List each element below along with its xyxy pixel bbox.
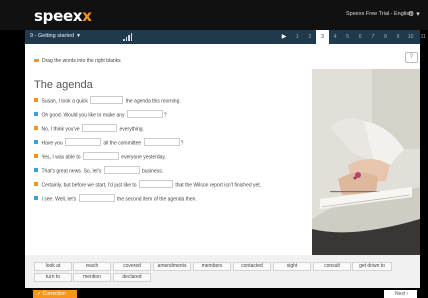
bullet-icon: [34, 140, 38, 144]
sentence-4: Have you all the committee ?: [34, 138, 183, 148]
page-9[interactable]: 9: [392, 30, 405, 44]
word-chip-9[interactable]: get down to: [352, 262, 392, 271]
top-bar: speexx Speexx Free Trial - English ⚙ ▾: [0, 0, 428, 30]
sentence-1: Susan, I took a quick the agenda this mo…: [34, 96, 181, 106]
page-navigator: ▶ 1 2 3 4 5 6 7 8 9 10 11: [277, 30, 428, 44]
page-4[interactable]: 4: [329, 30, 342, 44]
bullet-icon: [34, 112, 38, 116]
word-chip-12[interactable]: declared: [113, 273, 151, 282]
blank-1[interactable]: [90, 96, 124, 104]
page-8[interactable]: 8: [379, 30, 392, 44]
word-chip-3[interactable]: covered: [113, 262, 151, 271]
bullet-icon: [34, 154, 38, 158]
play-icon[interactable]: ▶: [277, 30, 291, 44]
sentence-2: Oh good. Would you like to make any ?: [34, 110, 167, 120]
word-bank: look at reach covered amendments members…: [25, 255, 420, 288]
bullet-icon: [34, 182, 38, 186]
word-chip-5[interactable]: members: [193, 262, 231, 271]
speexx-logo: speexx: [34, 7, 92, 25]
page-5[interactable]: 5: [341, 30, 354, 44]
blank-3[interactable]: [82, 124, 118, 132]
exercise-title: The agenda: [34, 79, 93, 91]
word-chip-7[interactable]: sight: [273, 262, 311, 271]
page-11[interactable]: 11: [417, 30, 428, 44]
blank-9[interactable]: [78, 194, 115, 202]
sentence-8: I see. Well, let's the second item of th…: [34, 194, 197, 204]
word-chip-1[interactable]: look at: [34, 262, 72, 271]
sentence-7: Certainly, but before we start, I'd just…: [34, 180, 261, 190]
page-7[interactable]: 7: [367, 30, 380, 44]
help-button[interactable]: ?: [405, 52, 418, 63]
instruction: Drag the words into the right blanks: [34, 58, 121, 64]
sentence-6: That's great news. So, let's business.: [34, 166, 163, 176]
blank-5[interactable]: [143, 138, 180, 146]
business-photo: [312, 69, 420, 255]
correction-button[interactable]: ✓ Correction: [33, 290, 77, 298]
blank-2[interactable]: [126, 110, 163, 118]
sentence-3: No, I think you've everything.: [34, 124, 144, 134]
word-chip-2[interactable]: reach: [73, 262, 111, 271]
business-photo-graphic: [312, 69, 420, 255]
word-chip-6[interactable]: contacted: [233, 262, 271, 271]
signal-bars-icon: [123, 33, 132, 41]
bullet-icon: [34, 126, 38, 130]
lesson-nav-bar: 9 - Getting started ▼ ▶ 1 2 3 4 5 6 7 8 9…: [25, 30, 426, 44]
lesson-dropdown[interactable]: 9 - Getting started ▼: [30, 33, 81, 39]
bullet-icon: [34, 196, 38, 200]
chevron-right-icon: ›: [405, 291, 409, 297]
page-6[interactable]: 6: [354, 30, 367, 44]
bullet-icon: [34, 168, 38, 172]
chevron-down-icon: ▼: [76, 33, 81, 39]
gear-icon[interactable]: ⚙ ▾: [408, 10, 420, 18]
bullet-icon: [34, 98, 38, 102]
word-chip-8[interactable]: consult: [313, 262, 351, 271]
next-button[interactable]: Next ›: [384, 290, 417, 298]
word-chip-11[interactable]: mention: [73, 273, 111, 282]
trial-account-menu[interactable]: Speexx Free Trial - English: [346, 11, 412, 17]
word-chip-4[interactable]: amendments: [153, 262, 191, 271]
page-10[interactable]: 10: [404, 30, 417, 44]
page-2[interactable]: 2: [304, 30, 317, 44]
page-3[interactable]: 3: [316, 30, 329, 44]
page-1[interactable]: 1: [291, 30, 304, 44]
blank-4[interactable]: [65, 138, 102, 146]
exercise-panel: Drag the words into the right blanks ? T…: [25, 44, 420, 255]
word-chip-10[interactable]: turn to: [34, 273, 72, 282]
blank-8[interactable]: [138, 180, 173, 188]
blank-7[interactable]: [103, 166, 140, 174]
blank-6[interactable]: [82, 152, 119, 160]
instruction-icon: [34, 59, 39, 63]
sentence-5: Yes, I was able to everyone yesterday.: [34, 152, 166, 162]
